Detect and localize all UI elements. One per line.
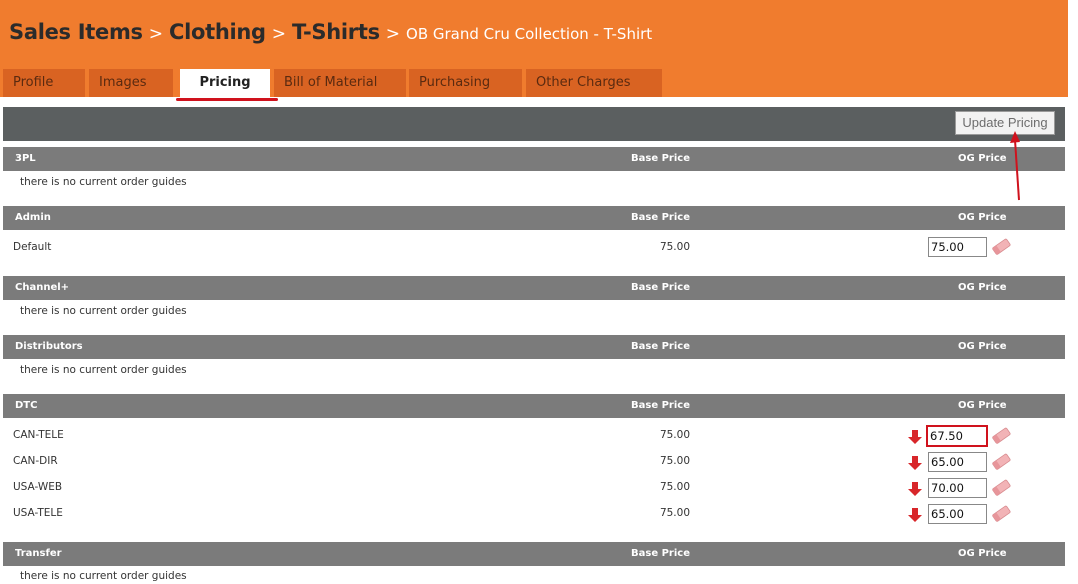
base-price-value: 75.00 [659, 481, 690, 493]
price-row-label: USA-TELE [13, 507, 63, 519]
section-header-distributors: Distributors Base Price OG Price [3, 335, 1065, 359]
price-lower-arrow-icon [908, 508, 922, 522]
base-price-column-header: Base Price [631, 282, 690, 293]
base-price-value: 75.00 [659, 455, 690, 467]
section-header-3pl: 3PL Base Price OG Price [3, 147, 1065, 171]
update-pricing-button[interactable]: Update Pricing [955, 111, 1055, 135]
breadcrumb-clothing[interactable]: Clothing [169, 20, 266, 44]
eraser-icon[interactable] [991, 453, 1011, 471]
section-title: Distributors [15, 341, 83, 352]
empty-order-guides-message: there is no current order guides [20, 364, 187, 376]
base-price-column-header: Base Price [631, 212, 690, 223]
og-price-input[interactable] [928, 504, 987, 524]
og-price-input[interactable] [928, 478, 987, 498]
breadcrumb-t-shirts[interactable]: T-Shirts [292, 20, 380, 44]
og-price-column-header: OG Price [958, 548, 1007, 559]
price-lower-arrow-icon [908, 456, 922, 470]
tab-profile[interactable]: Profile [3, 69, 85, 97]
section-title: Transfer [15, 548, 62, 559]
empty-order-guides-message: there is no current order guides [20, 570, 187, 582]
og-price-column-header: OG Price [958, 341, 1007, 352]
base-price-column-header: Base Price [631, 400, 690, 411]
base-price-value: 75.00 [659, 507, 690, 519]
tab-pricing[interactable]: Pricing [180, 69, 270, 97]
price-lower-arrow-icon [908, 430, 922, 444]
section-header-channel-plus: Channel+ Base Price OG Price [3, 276, 1065, 300]
eraser-icon[interactable] [991, 238, 1011, 256]
og-price-input[interactable] [928, 452, 987, 472]
tab-bill-of-material[interactable]: Bill of Material [274, 69, 406, 97]
og-price-input[interactable] [928, 237, 987, 257]
price-lower-arrow-icon [908, 482, 922, 496]
og-price-column-header: OG Price [958, 153, 1007, 164]
price-row-label: USA-WEB [13, 481, 63, 493]
base-price-column-header: Base Price [631, 153, 690, 164]
tab-other-charges[interactable]: Other Charges [526, 69, 662, 97]
empty-order-guides-message: there is no current order guides [20, 305, 187, 317]
breadcrumb-current-item: OB Grand Cru Collection - T-Shirt [406, 25, 653, 43]
price-row-label: Default [13, 241, 52, 253]
breadcrumb-separator: > [148, 24, 163, 44]
breadcrumb-sales-items[interactable]: Sales Items [9, 20, 143, 44]
tab-images[interactable]: Images [89, 69, 173, 97]
annotation-arrow [1010, 131, 1020, 201]
eraser-icon[interactable] [991, 427, 1011, 445]
section-title: Channel+ [15, 282, 70, 293]
section-header-transfer: Transfer Base Price OG Price [3, 542, 1065, 566]
breadcrumb-separator: > [385, 24, 401, 44]
section-title: DTC [15, 400, 38, 411]
base-price-column-header: Base Price [631, 548, 690, 559]
active-tab-annotation-underline [176, 98, 278, 101]
tab-purchasing[interactable]: Purchasing [409, 69, 522, 97]
section-title: 3PL [15, 153, 36, 164]
price-row-label: CAN-TELE [13, 429, 64, 441]
breadcrumb-separator: > [271, 24, 287, 44]
base-price-value: 75.00 [659, 429, 690, 441]
pricing-toolbar [3, 107, 1065, 141]
eraser-icon[interactable] [991, 479, 1011, 497]
og-price-column-header: OG Price [958, 282, 1007, 293]
section-header-admin: Admin Base Price OG Price [3, 206, 1065, 230]
section-title: Admin [15, 212, 51, 223]
price-row-label: CAN-DIR [13, 455, 58, 467]
eraser-icon[interactable] [991, 505, 1011, 523]
page-header: Sales Items > Clothing > T-Shirts > OB Grand C… [0, 0, 1068, 97]
empty-order-guides-message: there is no current order guides [20, 176, 187, 188]
base-price-column-header: Base Price [631, 341, 690, 352]
breadcrumb: Sales Items > Clothing > T-Shirts > OB Grand C… [9, 20, 652, 44]
section-header-dtc: DTC Base Price OG Price [3, 394, 1065, 418]
og-price-column-header: OG Price [958, 400, 1007, 411]
og-price-column-header: OG Price [958, 212, 1007, 223]
og-price-input[interactable] [926, 425, 988, 447]
base-price-value: 75.00 [659, 241, 690, 253]
